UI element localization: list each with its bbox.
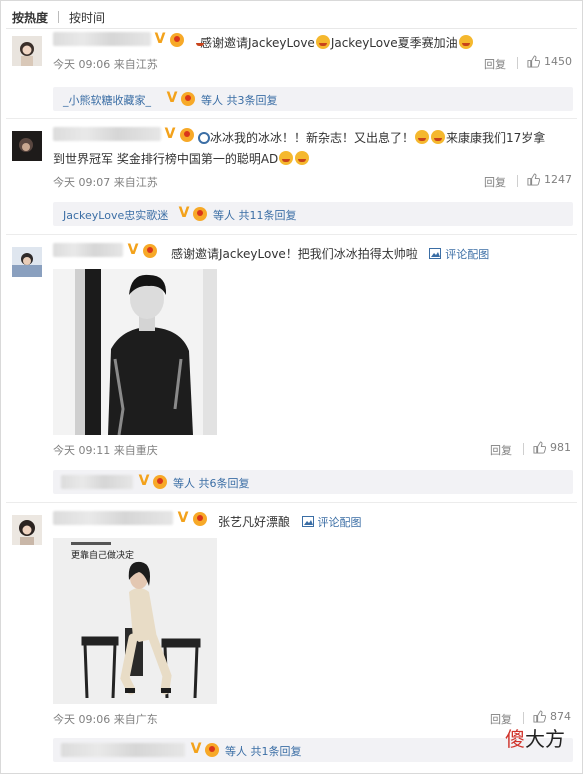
avatar[interactable] (12, 515, 42, 545)
verified-v-icon: V (166, 90, 178, 106)
comment-image-link[interactable]: 评论配图 (445, 248, 489, 261)
verified-v-icon: V (127, 242, 139, 258)
comment-timestamp: 今天 09:07 来自江苏 (53, 176, 158, 189)
verified-v-icon: V (138, 473, 150, 489)
emoji-icon (295, 151, 310, 165)
member-level-icon (193, 207, 207, 221)
comment-divider (6, 502, 577, 503)
username-blurred[interactable] (53, 32, 151, 46)
verified-v-icon: V (190, 741, 202, 757)
avatar-image (12, 247, 42, 277)
sub-reply-box[interactable]: V 等人 共6条回复 (53, 470, 573, 494)
comment-timestamp: 今天 09:11 来自重庆 (53, 444, 158, 457)
thumbs-up-icon (527, 55, 540, 68)
watermark-rest: 大方 (525, 727, 565, 751)
member-level-icon (193, 512, 207, 526)
weibo-link-icon (198, 132, 210, 144)
verified-v-icon: V (177, 510, 189, 526)
comment-text-line2: 到世界冠军 奖金排行榜中国第一的聪明AD (53, 150, 310, 167)
thumbs-up-icon (533, 710, 546, 723)
username-blurred[interactable] (53, 127, 161, 141)
sub-reply-username-blurred[interactable] (61, 743, 185, 757)
verified-v-icon: V (154, 31, 166, 47)
verified-v-icon: V (178, 205, 190, 221)
emoji-icon (431, 130, 446, 144)
site-watermark: 傻大方 (505, 723, 565, 752)
sort-bar: 按热度 按时间 (12, 8, 105, 26)
member-level-icon (205, 743, 219, 757)
sub-reply-box[interactable]: JackeyLove忠实歌迷 V 等人 共11条回复 (53, 202, 573, 226)
sub-reply-box[interactable]: V 等人 共1条回复 (53, 738, 573, 762)
emoji-icon (458, 35, 473, 49)
username-blurred[interactable] (53, 511, 173, 525)
avatar[interactable] (12, 131, 42, 161)
like-button[interactable]: 1450 (527, 55, 572, 68)
thumbs-up-icon (533, 441, 546, 454)
reply-button[interactable]: 回复 (484, 56, 506, 72)
emoji-icon (315, 35, 330, 49)
comment-photo[interactable] (53, 269, 217, 435)
like-button[interactable]: 981 (533, 441, 571, 454)
member-level-icon (180, 128, 194, 142)
comment-divider (6, 234, 577, 235)
comment-text: 感谢邀请JackeyLove！把我们冰冰拍得太帅啦 评论配图 (171, 247, 490, 261)
like-count: 874 (550, 710, 571, 723)
comment-text: 感谢邀请JackeyLove JackeyLove夏季赛加油 (192, 34, 474, 51)
avatar[interactable] (12, 247, 42, 277)
avatar[interactable] (12, 36, 42, 66)
verified-v-icon: V (164, 126, 176, 142)
member-level-icon (181, 92, 195, 106)
avatar-image (12, 131, 42, 161)
sub-reply-count[interactable]: 等人 共1条回复 (225, 743, 302, 759)
colon-separator-icon (193, 35, 204, 49)
like-count: 1450 (544, 55, 572, 68)
image-icon (301, 516, 314, 527)
thumbs-up-icon (527, 173, 540, 186)
username-blurred[interactable] (53, 243, 123, 257)
comment-text: 张艺凡好漂酿 评论配图 (218, 515, 362, 529)
watermark-first-char: 傻 (505, 727, 525, 751)
like-button[interactable]: 874 (533, 710, 571, 723)
action-separator (517, 57, 518, 69)
like-count: 981 (550, 441, 571, 454)
like-count: 1247 (544, 173, 572, 186)
emoji-icon (415, 130, 430, 144)
reply-button[interactable]: 回复 (490, 442, 512, 458)
sort-by-time-tab[interactable]: 按时间 (69, 9, 105, 26)
member-level-icon (170, 33, 184, 47)
sub-reply-count[interactable]: 等人 共6条回复 (173, 475, 250, 491)
sort-bar-divider (6, 28, 577, 29)
avatar-image (12, 36, 42, 66)
comment-photo[interactable]: 更靠自己做决定 (53, 538, 217, 704)
reply-button[interactable]: 回复 (484, 174, 506, 190)
emoji-icon (279, 151, 294, 165)
sub-reply-count[interactable]: 等人 共3条回复 (201, 92, 278, 108)
sub-reply-box[interactable]: _小熊软糖收藏家_ V 等人 共3条回复 (53, 87, 573, 111)
member-level-icon (153, 475, 167, 489)
bw-portrait-photo (53, 269, 217, 435)
action-separator (523, 443, 524, 455)
image-icon (429, 248, 442, 259)
sub-reply-username[interactable]: _小熊软糖收藏家_ (63, 92, 151, 108)
member-level-icon (143, 244, 157, 258)
avatar-image (12, 515, 42, 545)
comment-timestamp: 今天 09:06 来自江苏 (53, 58, 158, 71)
like-button[interactable]: 1247 (527, 173, 572, 186)
magazine-title: 更靠自己做决定 (71, 549, 134, 561)
comment-timestamp: 今天 09:06 来自广东 (53, 713, 158, 726)
comment-image-link[interactable]: 评论配图 (318, 516, 362, 529)
sort-separator (58, 11, 60, 23)
sub-reply-username[interactable]: JackeyLove忠实歌迷 (63, 207, 168, 223)
action-separator (517, 175, 518, 187)
sub-reply-username-blurred[interactable] (61, 475, 133, 489)
sub-reply-count[interactable]: 等人 共11条回复 (213, 207, 297, 223)
magazine-photo: 更靠自己做决定 (53, 538, 217, 704)
comment-text: 冰冰我的冰冰！！新杂志！又出息了！ 来康康我们17岁拿 (198, 129, 545, 146)
comment-divider (6, 118, 577, 119)
sort-by-hot-tab[interactable]: 按热度 (12, 9, 48, 26)
